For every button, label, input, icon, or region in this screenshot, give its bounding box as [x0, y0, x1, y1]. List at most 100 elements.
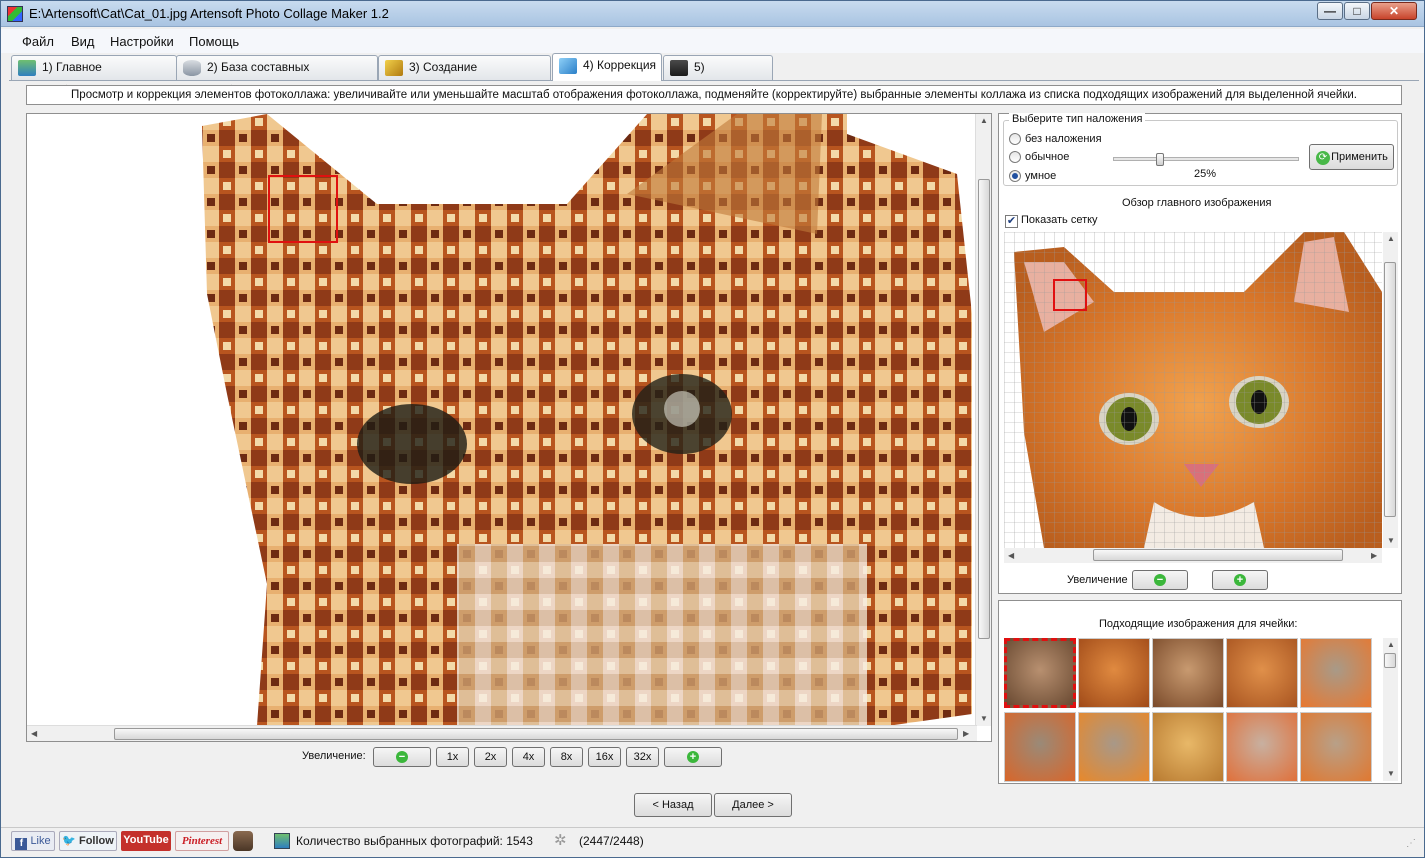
matching-image[interactable]: [1152, 712, 1224, 782]
main-image-preview[interactable]: [1004, 232, 1382, 548]
twitter-follow-button[interactable]: 🐦 Follow: [59, 831, 117, 851]
collage-image: [202, 114, 972, 726]
selected-photos-count: Количество выбранных фотографий: 1543: [296, 834, 533, 848]
maximize-button[interactable]: □: [1344, 2, 1370, 20]
title-bar: E:\Artensoft\Cat\Cat_01.jpg Artensoft Ph…: [1, 1, 1424, 27]
preview-zoom-label: Увеличение: [1067, 574, 1128, 586]
close-button[interactable]: ✕: [1371, 2, 1417, 20]
resize-grip-icon[interactable]: ⋰: [1406, 838, 1416, 849]
matching-images-title: Подходящие изображения для ячейки:: [1099, 618, 1298, 630]
overlay-smart-radio[interactable]: [1009, 170, 1021, 182]
zoom-in-icon: +: [1234, 574, 1246, 586]
overlay-smart-label[interactable]: умное: [1025, 170, 1056, 182]
like-label: Like: [30, 835, 51, 847]
matching-images-scrollbar[interactable]: ▲ ▼: [1383, 638, 1398, 781]
scroll-thumb[interactable]: [114, 728, 958, 740]
preview-zoom-out-button[interactable]: −: [1132, 570, 1188, 590]
matching-image[interactable]: [1226, 712, 1298, 782]
collage-horizontal-scrollbar[interactable]: ◀ ▶: [27, 725, 977, 741]
matching-image-selected[interactable]: [1004, 638, 1076, 708]
preview-zoom-in-button[interactable]: +: [1212, 570, 1268, 590]
pinterest-button[interactable]: Pinterest: [175, 831, 229, 851]
youtube-button[interactable]: YouTube: [121, 831, 171, 851]
tab-image-database[interactable]: 2) База составных изображений: [176, 55, 378, 97]
preview-vertical-scrollbar[interactable]: ▲ ▼: [1383, 232, 1398, 548]
collage-vertical-scrollbar[interactable]: ▲ ▼: [975, 114, 991, 726]
zoom-in-icon: +: [687, 751, 699, 763]
scroll-up-icon[interactable]: ▲: [1387, 234, 1395, 243]
zoom-out-button[interactable]: −: [373, 747, 431, 767]
zoom-32x-button[interactable]: 32x: [626, 747, 659, 767]
menu-file[interactable]: Файл: [22, 34, 54, 49]
overlay-normal-radio[interactable]: [1009, 151, 1021, 163]
show-grid-checkbox[interactable]: ✔: [1005, 215, 1018, 228]
photos-count-icon: [274, 833, 290, 849]
menu-settings[interactable]: Настройки: [110, 34, 174, 49]
tab-main-image[interactable]: 1) Главное изображение: [11, 55, 177, 97]
scroll-up-icon[interactable]: ▲: [980, 116, 988, 125]
collage-canvas[interactable]: [27, 114, 977, 726]
status-bar: f Like 🐦 Follow YouTube Pinterest Количе…: [1, 827, 1424, 857]
database-icon: [183, 60, 201, 76]
app-window: E:\Artensoft\Cat\Cat_01.jpg Artensoft Ph…: [0, 0, 1425, 858]
scroll-up-icon[interactable]: ▲: [1387, 640, 1395, 649]
zoom-out-icon: −: [1154, 574, 1166, 586]
cat-preview-image: [1004, 232, 1382, 548]
scroll-left-icon[interactable]: ◀: [1008, 551, 1014, 560]
scroll-thumb[interactable]: [1384, 262, 1396, 517]
follow-label: Follow: [78, 835, 114, 847]
scroll-thumb[interactable]: [978, 179, 990, 639]
overlay-normal-label[interactable]: обычное: [1025, 151, 1069, 163]
zoom-in-button[interactable]: +: [664, 747, 722, 767]
progress-counter: (2447/2448): [579, 834, 644, 848]
floppy-disk-icon: [670, 60, 688, 76]
slider-thumb[interactable]: [1155, 153, 1164, 166]
tab-correction[interactable]: 4) Коррекция: [552, 53, 662, 81]
menu-view[interactable]: Вид: [71, 34, 95, 49]
zoom-8x-button[interactable]: 8x: [550, 747, 583, 767]
scroll-down-icon[interactable]: ▼: [1387, 536, 1395, 545]
scroll-right-icon[interactable]: ▶: [963, 729, 969, 738]
scroll-thumb[interactable]: [1384, 653, 1396, 668]
show-grid-label[interactable]: Показать сетку: [1021, 214, 1098, 226]
magic-wand-icon: [385, 60, 403, 76]
zoom-1x-button[interactable]: 1x: [436, 747, 469, 767]
cube-icon: [559, 58, 577, 74]
zoom-16x-button[interactable]: 16x: [588, 747, 621, 767]
scroll-right-icon[interactable]: ▶: [1371, 551, 1377, 560]
collage-panel: ▲ ▼ ◀ ▶: [26, 113, 992, 742]
matching-image[interactable]: [1300, 638, 1372, 708]
scroll-down-icon[interactable]: ▼: [1387, 769, 1395, 778]
tab-create-collage[interactable]: 3) Создание фотоколлажа: [378, 55, 551, 97]
facebook-icon: f: [15, 838, 28, 850]
tab-save[interactable]: 5) Сохранение: [663, 55, 773, 97]
facebook-like-button[interactable]: f Like: [11, 831, 55, 851]
overlay-none-radio[interactable]: [1009, 133, 1021, 145]
zoom-out-icon: −: [396, 751, 408, 763]
image-icon: [18, 60, 36, 76]
next-button[interactable]: Далее >: [714, 793, 792, 817]
instagram-icon[interactable]: [233, 831, 253, 851]
matching-image[interactable]: [1078, 712, 1150, 782]
app-icon: [7, 6, 23, 22]
apply-button[interactable]: ⟳ Применить: [1309, 144, 1394, 170]
overlay-level-slider[interactable]: [1113, 157, 1299, 161]
scroll-down-icon[interactable]: ▼: [980, 714, 988, 723]
zoom-4x-button[interactable]: 4x: [512, 747, 545, 767]
scroll-thumb[interactable]: [1093, 549, 1343, 561]
matching-image[interactable]: [1226, 638, 1298, 708]
scroll-left-icon[interactable]: ◀: [31, 729, 37, 738]
menu-bar: Файл Вид Настройки Помощь: [1, 29, 1424, 53]
overlay-none-label[interactable]: без наложения: [1025, 133, 1102, 145]
matching-image[interactable]: [1078, 638, 1150, 708]
menu-help[interactable]: Помощь: [189, 34, 239, 49]
spinner-icon: ✲: [554, 832, 567, 849]
preview-horizontal-scrollbar[interactable]: ◀ ▶: [1004, 548, 1382, 563]
matching-image[interactable]: [1300, 712, 1372, 782]
zoom-2x-button[interactable]: 2x: [474, 747, 507, 767]
minimize-button[interactable]: —: [1317, 2, 1343, 20]
back-button[interactable]: < Назад: [634, 793, 712, 817]
matching-image[interactable]: [1152, 638, 1224, 708]
matching-image[interactable]: [1004, 712, 1076, 782]
tab-label: 4) Коррекция: [583, 58, 657, 72]
